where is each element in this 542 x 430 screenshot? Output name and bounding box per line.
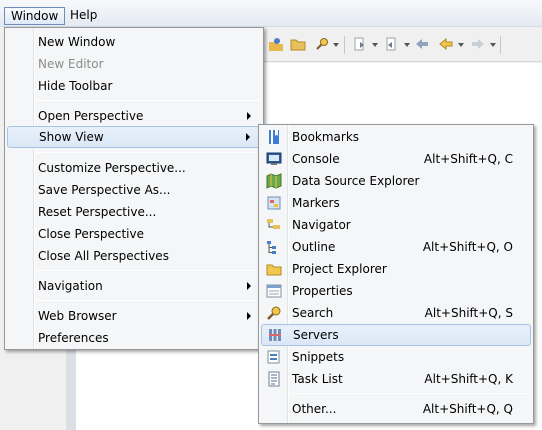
view-item-outline[interactable]: Outline Alt+Shift+Q, O bbox=[261, 236, 531, 258]
menu-item-save-perspective-as[interactable]: Save Perspective As... bbox=[7, 179, 261, 201]
shortcut-text: Alt+Shift+Q, S bbox=[424, 306, 513, 320]
view-item-label: Data Source Explorer bbox=[292, 174, 420, 188]
toolbar-separator bbox=[344, 36, 345, 54]
folder-icon bbox=[266, 264, 282, 276]
back-icon[interactable] bbox=[438, 36, 454, 52]
last-edit-location-icon[interactable] bbox=[414, 36, 430, 52]
menu-item-label: Customize Perspective... bbox=[38, 161, 186, 175]
view-item-label: Properties bbox=[292, 284, 353, 298]
search-dropdown-icon[interactable] bbox=[333, 43, 339, 47]
menu-window[interactable]: Window bbox=[4, 7, 66, 25]
menu-item-navigation[interactable]: Navigation bbox=[7, 275, 261, 297]
menu-separator bbox=[36, 100, 260, 101]
view-item-label: Other... bbox=[292, 402, 337, 416]
servers-icon bbox=[269, 329, 281, 341]
menu-item-label: Close Perspective bbox=[38, 227, 145, 241]
menu-item-new-editor: New Editor bbox=[7, 53, 261, 75]
view-item-label: Console bbox=[292, 152, 340, 166]
menu-item-label: Hide Toolbar bbox=[38, 79, 113, 93]
open-folder-icon[interactable] bbox=[290, 36, 306, 52]
view-item-label: Markers bbox=[292, 196, 340, 210]
menu-item-reset-perspective[interactable]: Reset Perspective... bbox=[7, 201, 261, 223]
view-item-markers[interactable]: Markers bbox=[261, 192, 531, 214]
forward-icon[interactable] bbox=[470, 36, 486, 52]
menu-bar: Window Help bbox=[0, 0, 542, 27]
shortcut-text: Alt+Shift+Q, Q bbox=[422, 402, 513, 416]
next-annotation-icon[interactable] bbox=[352, 36, 368, 52]
menu-item-label: Save Perspective As... bbox=[38, 183, 171, 197]
shortcut-text: Alt+Shift+Q, K bbox=[424, 372, 513, 386]
shortcut-text: Alt+Shift+Q, O bbox=[422, 240, 513, 254]
view-item-bookmarks[interactable]: Bookmarks bbox=[261, 126, 531, 148]
view-item-label: Navigator bbox=[292, 218, 351, 232]
outline-icon bbox=[267, 241, 276, 254]
view-item-search[interactable]: Search Alt+Shift+Q, S bbox=[261, 302, 531, 324]
previous-annotation-dropdown-icon[interactable] bbox=[404, 43, 410, 47]
menu-item-close-perspective[interactable]: Close Perspective bbox=[7, 223, 261, 245]
view-item-task-list[interactable]: Task List Alt+Shift+Q, K bbox=[261, 368, 531, 390]
menu-item-preferences[interactable]: Preferences bbox=[7, 327, 261, 349]
open-type-icon[interactable] bbox=[268, 36, 284, 52]
menu-item-label: Navigation bbox=[38, 279, 103, 293]
menu-separator bbox=[36, 300, 260, 301]
view-item-label: Task List bbox=[292, 372, 343, 386]
menu-item-close-all-perspectives[interactable]: Close All Perspectives bbox=[7, 245, 261, 267]
menu-separator bbox=[36, 152, 260, 153]
previous-annotation-icon[interactable] bbox=[384, 36, 400, 52]
menu-help[interactable]: Help bbox=[64, 7, 103, 25]
menu-item-label: Close All Perspectives bbox=[38, 249, 169, 263]
search-icon bbox=[267, 306, 281, 320]
properties-icon bbox=[266, 284, 282, 298]
forward-dropdown-icon[interactable] bbox=[490, 43, 496, 47]
menu-item-show-view[interactable]: Show View bbox=[7, 126, 261, 148]
view-item-navigator[interactable]: Navigator bbox=[261, 214, 531, 236]
view-item-servers[interactable]: Servers bbox=[261, 324, 531, 346]
menu-item-label: Reset Perspective... bbox=[38, 205, 157, 219]
submenu-arrow-icon bbox=[247, 282, 251, 290]
view-item-label: Outline bbox=[292, 240, 336, 254]
back-dropdown-icon[interactable] bbox=[458, 43, 464, 47]
submenu-arrow-icon bbox=[247, 112, 251, 120]
menu-item-label: Open Perspective bbox=[38, 109, 144, 123]
menu-item-new-window[interactable]: New Window bbox=[7, 31, 261, 53]
view-item-label: Snippets bbox=[292, 350, 345, 364]
menu-item-label: Show View bbox=[39, 130, 104, 144]
view-item-label: Project Explorer bbox=[292, 262, 387, 276]
console-icon bbox=[266, 152, 282, 165]
menu-item-hide-toolbar[interactable]: Hide Toolbar bbox=[7, 75, 261, 97]
shortcut-text: Alt+Shift+Q, C bbox=[423, 152, 513, 166]
toolbar-separator bbox=[500, 36, 501, 54]
snippets-icon bbox=[267, 350, 280, 364]
view-item-label: Servers bbox=[293, 328, 339, 342]
menu-item-label: Preferences bbox=[38, 331, 109, 345]
menu-item-label: Web Browser bbox=[38, 309, 117, 323]
markers-icon bbox=[267, 196, 281, 210]
search-toolbar-icon[interactable] bbox=[314, 36, 330, 52]
view-item-label: Search bbox=[292, 306, 334, 320]
menu-item-customize-perspective[interactable]: Customize Perspective... bbox=[7, 157, 261, 179]
menu-separator bbox=[36, 270, 260, 271]
menu-item-web-browser[interactable]: Web Browser bbox=[7, 305, 261, 327]
menu-item-label: New Window bbox=[38, 35, 116, 49]
view-item-project-explorer[interactable]: Project Explorer bbox=[261, 258, 531, 280]
submenu-arrow-icon bbox=[246, 133, 250, 141]
submenu-arrow-icon bbox=[247, 312, 251, 320]
menu-item-label: New Editor bbox=[38, 57, 104, 71]
next-annotation-dropdown-icon[interactable] bbox=[372, 43, 378, 47]
window-menu: New Window New Editor Hide Toolbar Open … bbox=[4, 27, 264, 350]
view-item-data-source-explorer[interactable]: Data Source Explorer bbox=[261, 170, 531, 192]
menu-item-open-perspective[interactable]: Open Perspective bbox=[7, 105, 261, 127]
navigator-icon bbox=[267, 219, 280, 229]
view-item-label: Bookmarks bbox=[292, 130, 360, 144]
show-view-submenu: Bookmarks Console Alt+Shift+Q, C Data So… bbox=[258, 124, 534, 424]
view-item-snippets[interactable]: Snippets bbox=[261, 346, 531, 368]
data-source-icon bbox=[266, 173, 282, 189]
task-list-icon bbox=[268, 371, 280, 387]
bookmarks-icon bbox=[269, 130, 279, 144]
main-toolbar bbox=[262, 28, 542, 62]
view-item-other[interactable]: Other... Alt+Shift+Q, Q bbox=[261, 398, 531, 420]
menu-separator bbox=[290, 393, 530, 394]
view-item-properties[interactable]: Properties bbox=[261, 280, 531, 302]
view-item-console[interactable]: Console Alt+Shift+Q, C bbox=[261, 148, 531, 170]
